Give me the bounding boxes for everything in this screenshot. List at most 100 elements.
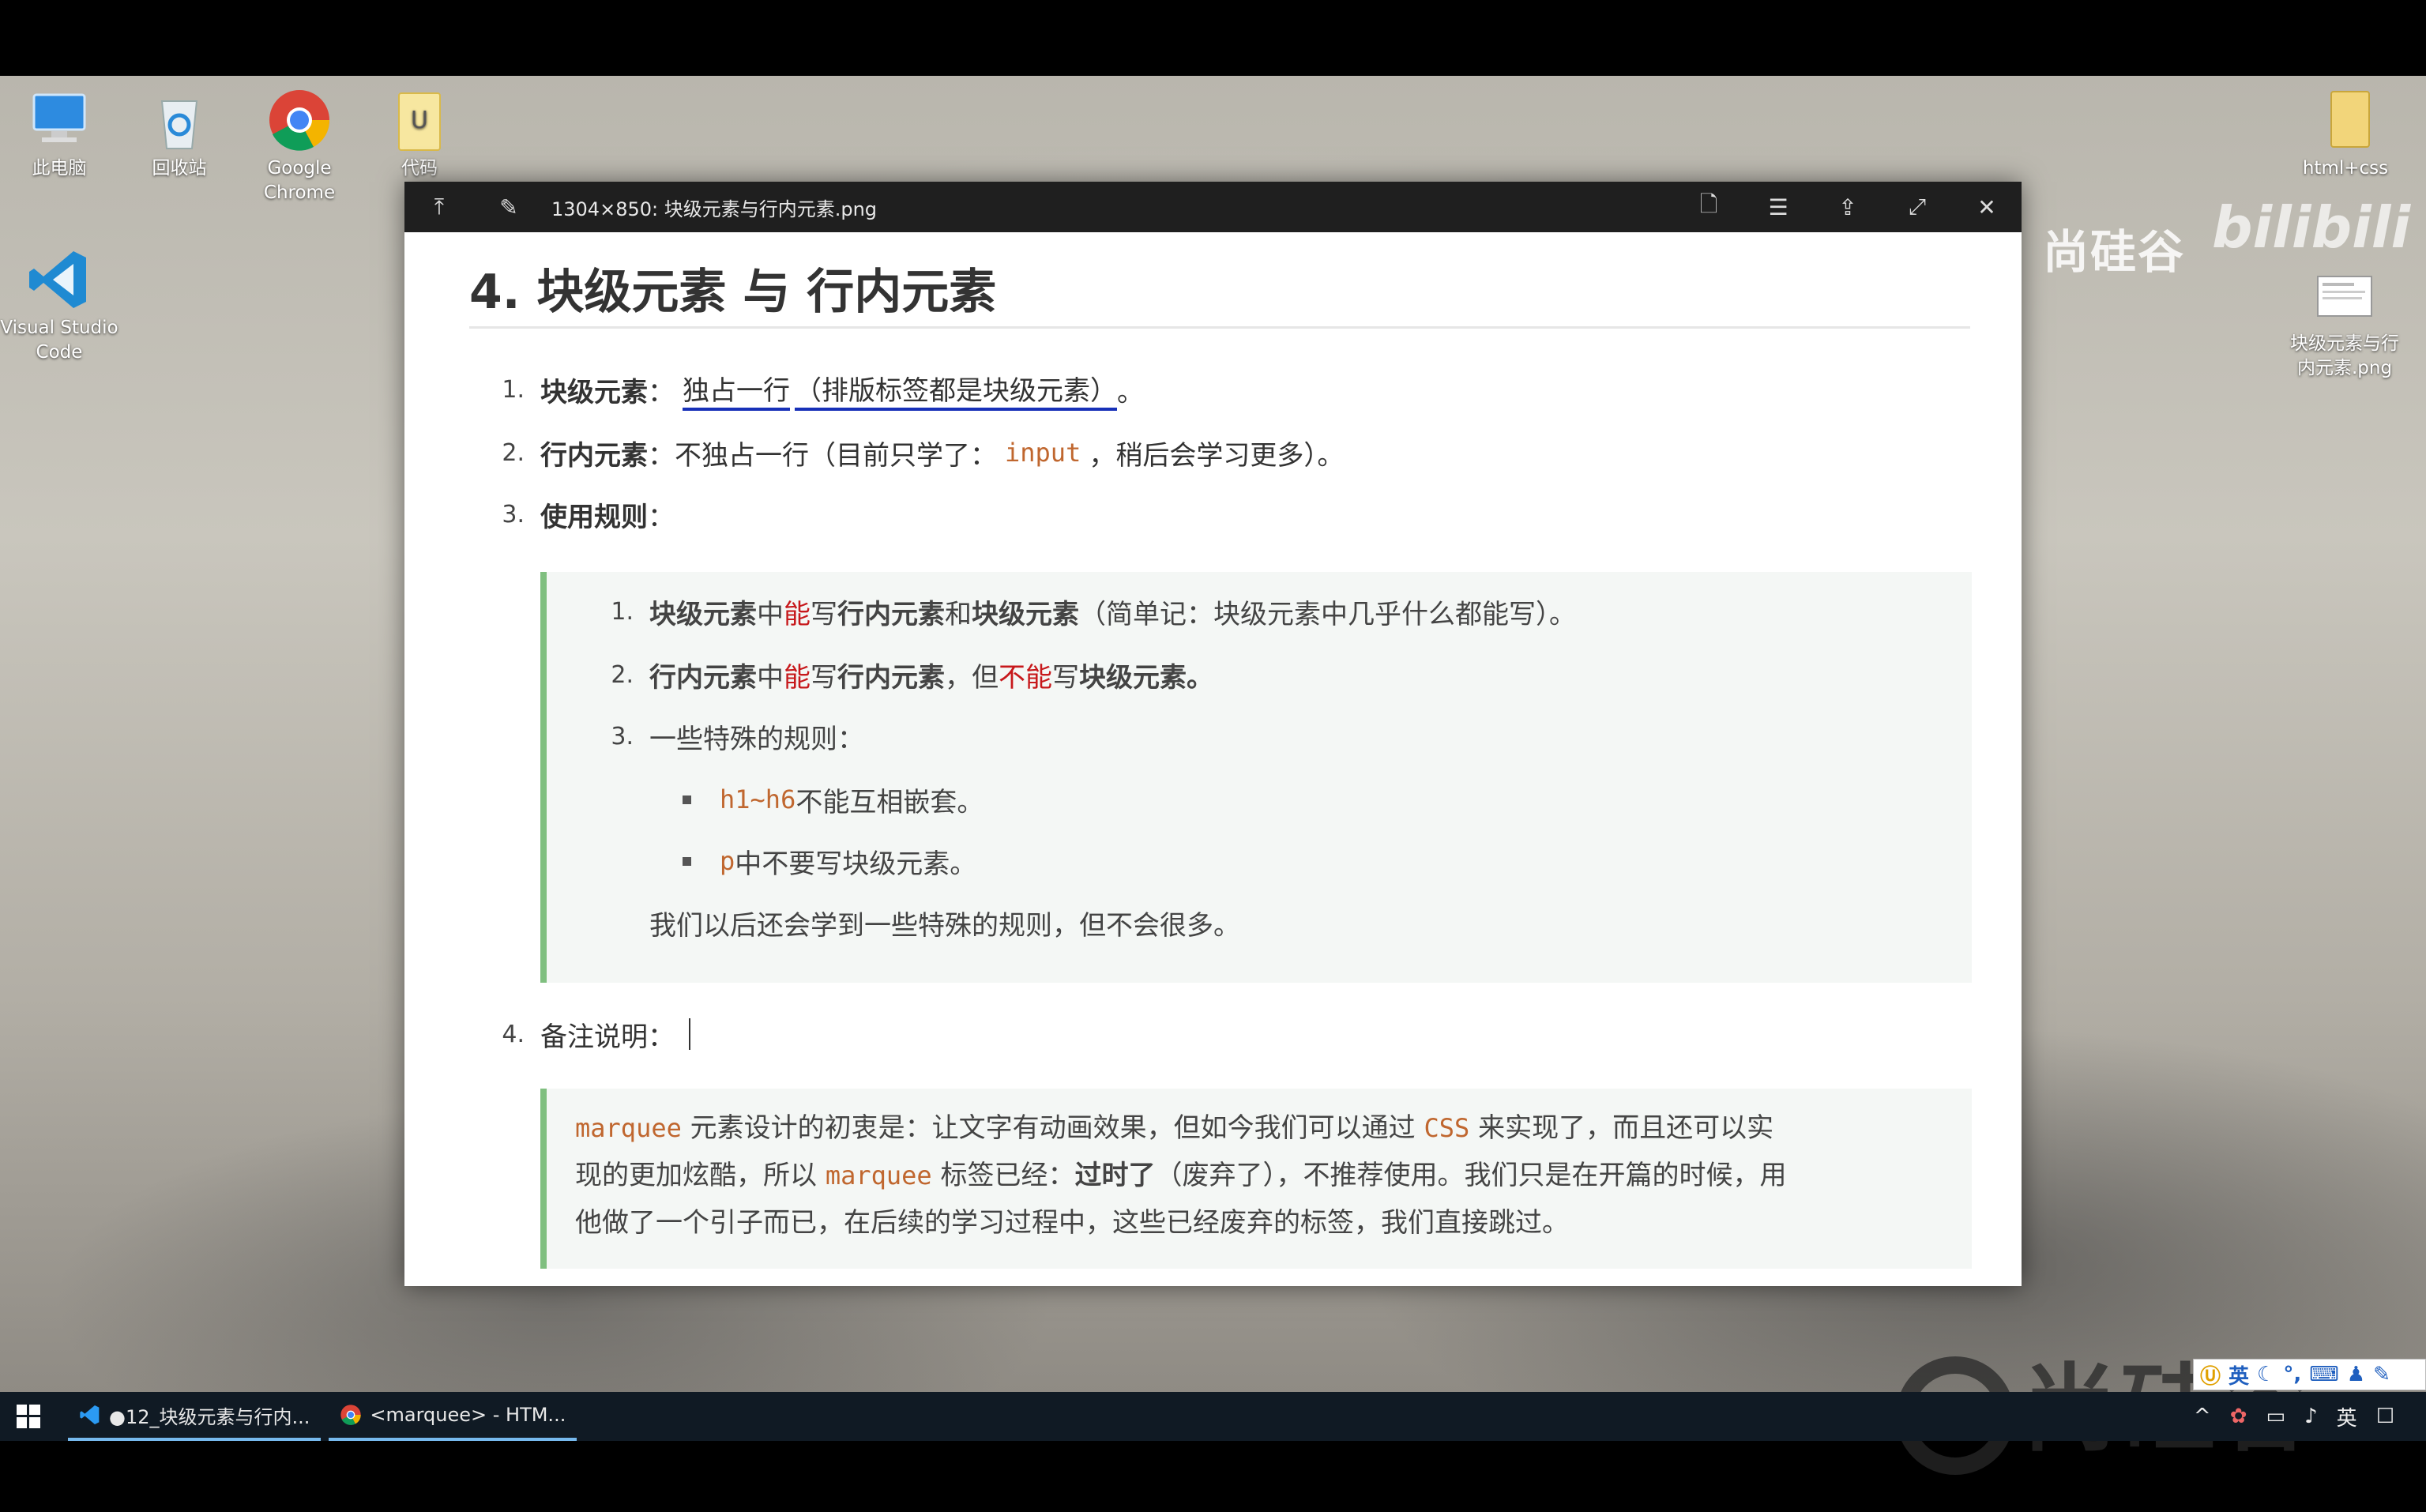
chrome-icon bbox=[340, 1404, 362, 1426]
volume-icon[interactable]: ♪ bbox=[2304, 1405, 2318, 1428]
bullet-icon bbox=[683, 856, 691, 866]
network-icon[interactable]: ▭ bbox=[2266, 1405, 2286, 1428]
scroll-top-button[interactable]: ⤒ bbox=[404, 182, 474, 232]
code-inline: marquee bbox=[575, 1113, 682, 1143]
document-content: 4. 块级元素 与 行内元素 1. 块级元素： 独占一行 （排版标签都是块级元素… bbox=[469, 232, 1970, 533]
desktop-icon-label: 块级元素与行内元素.png bbox=[2290, 333, 2399, 378]
list-item-rules: 3. 使用规则： bbox=[469, 490, 675, 539]
item-sep: ： bbox=[648, 376, 675, 408]
item-number: 2. bbox=[502, 438, 525, 467]
svg-text:U: U bbox=[411, 107, 428, 134]
code-inline: input bbox=[1005, 438, 1081, 468]
wrench-icon[interactable]: ✎ bbox=[2373, 1363, 2390, 1386]
desktop-icon-recycle-bin[interactable]: 回收站 bbox=[120, 87, 239, 181]
file-icon: 🗋 bbox=[1699, 191, 1718, 217]
special-rule-item: h1~h6 不能互相嵌套。 bbox=[683, 776, 984, 823]
arrow-up-icon: ⤒ bbox=[434, 194, 445, 220]
note-text: 元素设计的初衷是：让文字有动画效果，但如今我们可以通过 bbox=[681, 1112, 1424, 1144]
rule-highlight: 能 bbox=[784, 598, 811, 630]
ime-toolbar[interactable]: Ⓤ 英 ☾ °, ⌨ ♟ ✎ bbox=[2193, 1359, 2426, 1390]
rule-text: 写 bbox=[1052, 661, 1079, 694]
chrome-icon bbox=[266, 87, 333, 153]
pin-button[interactable]: ✎ bbox=[474, 182, 543, 232]
share-button[interactable]: ⇪ bbox=[1813, 182, 1883, 232]
desktop-icon-label: html+css bbox=[2302, 158, 2389, 179]
rule-item: 2. 行内元素 中能写 行内元素 ，但 不能写 块级元素。 bbox=[594, 651, 1213, 698]
desktop-icon-this-pc[interactable]: 此电脑 bbox=[0, 87, 118, 181]
rule-text: 和 bbox=[945, 598, 972, 630]
note-blockquote: marquee 元素设计的初衷是：让文字有动画效果，但如今我们可以通过 CSS … bbox=[540, 1089, 1972, 1269]
rule-highlight: 能 bbox=[784, 661, 811, 694]
note-text: 现的更加炫酷，所以 bbox=[575, 1160, 826, 1191]
item-sep: ： bbox=[648, 439, 675, 472]
rule-number: 2. bbox=[611, 660, 634, 689]
rule-text: 行内元素 bbox=[649, 661, 757, 694]
moon-icon[interactable]: ☾ bbox=[2257, 1363, 2275, 1386]
rule-text: 写 bbox=[811, 661, 837, 694]
item-label: 备注说明： bbox=[540, 1021, 675, 1053]
close-button[interactable]: ✕ bbox=[1952, 182, 2022, 232]
taskbar-app-chrome[interactable]: <marquee> - HTM... bbox=[329, 1392, 577, 1441]
desktop-icon-html-css-folder[interactable]: html+css bbox=[2286, 87, 2405, 181]
list-item-inline: 2. 行内元素： 不独占一行（目前只学了： input ，稍后会学习更多）。 bbox=[469, 428, 1344, 477]
note-text: （废弃了），不推荐使用。我们只是在开篇的时候，用 bbox=[1155, 1160, 1787, 1191]
rule-text: 不能互相嵌套。 bbox=[796, 786, 984, 818]
desktop-icon-label: 回收站 bbox=[152, 158, 207, 179]
rule-number: 1. bbox=[611, 597, 634, 626]
rule-number: 3. bbox=[611, 722, 634, 750]
watermark-atguigu-top: 尚硅谷 bbox=[2043, 225, 2186, 279]
ime-language[interactable]: 英 bbox=[2229, 1360, 2249, 1390]
desktop-icon-code-folder[interactable]: U 代码 bbox=[360, 87, 479, 181]
tray-app-icon[interactable]: ✿ bbox=[2230, 1405, 2247, 1428]
keyboard-icon[interactable]: ⌨ bbox=[2309, 1363, 2339, 1386]
note-text: 他做了一个引子而已，在后续的学习过程中，这些已经废弃的标签，我们直接跳过。 bbox=[575, 1207, 1569, 1239]
desktop-icon-label: 此电脑 bbox=[32, 158, 87, 179]
item-sep: ： bbox=[648, 501, 675, 533]
file-button[interactable]: 🗋 bbox=[1674, 182, 1743, 232]
desktop-icon-png-file[interactable]: 块级元素与行内元素.png bbox=[2281, 262, 2408, 381]
page-title: 4. 块级元素 与 行内元素 bbox=[469, 250, 1970, 329]
list-button[interactable]: ☰ bbox=[1743, 182, 1813, 232]
viewer-titlebar: ⤒ ✎ 1304×850: 块级元素与行内元素.png 🗋 ☰ ⇪ ⤢ ✕ bbox=[404, 182, 2022, 232]
rule-text: 块级元素 bbox=[649, 598, 757, 630]
special-rule-note: 我们以后还会学到一些特殊的规则，但不会很多。 bbox=[649, 899, 1240, 946]
code-inline: h1~h6 bbox=[720, 784, 796, 814]
item-text: 。 bbox=[1117, 376, 1144, 408]
desktop-icon-chrome[interactable]: Google Chrome bbox=[240, 87, 359, 205]
code-inline: CSS bbox=[1424, 1113, 1470, 1143]
fullscreen-button[interactable]: ⤢ bbox=[1883, 182, 1952, 232]
rule-text: 行内元素 bbox=[837, 598, 945, 630]
code-inline: marquee bbox=[825, 1160, 932, 1190]
list-item-note: 4. 备注说明： bbox=[469, 1010, 690, 1059]
image-file-icon bbox=[2311, 262, 2378, 329]
chevron-up-icon[interactable]: ^ bbox=[2194, 1405, 2211, 1428]
punctuation-icon[interactable]: °, bbox=[2283, 1363, 2301, 1386]
taskbar-app-label: <marquee> - HTM... bbox=[370, 1404, 566, 1426]
windows-icon bbox=[17, 1405, 40, 1428]
item-number: 3. bbox=[502, 500, 525, 528]
notification-icon[interactable]: ☐ bbox=[2376, 1405, 2394, 1428]
recycle-bin-icon bbox=[146, 87, 213, 153]
rule-text: 行内元素 bbox=[837, 661, 945, 694]
vscode-icon bbox=[79, 1404, 101, 1426]
item-number: 4. bbox=[502, 1020, 525, 1048]
note-paragraph: marquee 元素设计的初衷是：让文字有动画效果，但如今我们可以通过 CSS … bbox=[575, 1104, 1950, 1247]
folder-icon bbox=[2312, 87, 2379, 153]
rules-blockquote: 1. 块级元素 中能写 行内元素 和 块级元素 （简单记：块级元素中几乎什么都能写… bbox=[540, 572, 1972, 983]
desktop-icon-label: Visual Studio Code bbox=[0, 318, 118, 363]
item-number: 1. bbox=[502, 375, 525, 404]
code-inline: p bbox=[720, 846, 735, 876]
ime-logo-icon: Ⓤ bbox=[2200, 1364, 2221, 1389]
taskbar-app-label: ●12_块级元素与行内... bbox=[109, 1405, 310, 1428]
special-rule-item: p 中不要写块级元素。 bbox=[683, 837, 976, 885]
item-text: 不独占一行（目前只学了： bbox=[675, 439, 997, 472]
user-icon[interactable]: ♟ bbox=[2347, 1363, 2365, 1386]
rule-text: 块级元素。 bbox=[1079, 661, 1213, 694]
taskbar-app-vscode[interactable]: ●12_块级元素与行内... bbox=[68, 1392, 322, 1441]
item-text: ，稍后会学习更多）。 bbox=[1089, 439, 1345, 472]
input-language[interactable]: 英 bbox=[2337, 1402, 2357, 1431]
start-button[interactable] bbox=[0, 1392, 57, 1441]
rule-text: 中 bbox=[757, 661, 784, 694]
desktop-icon-vscode[interactable]: Visual Studio Code bbox=[0, 246, 118, 365]
rule-text: ，但 bbox=[945, 661, 999, 694]
